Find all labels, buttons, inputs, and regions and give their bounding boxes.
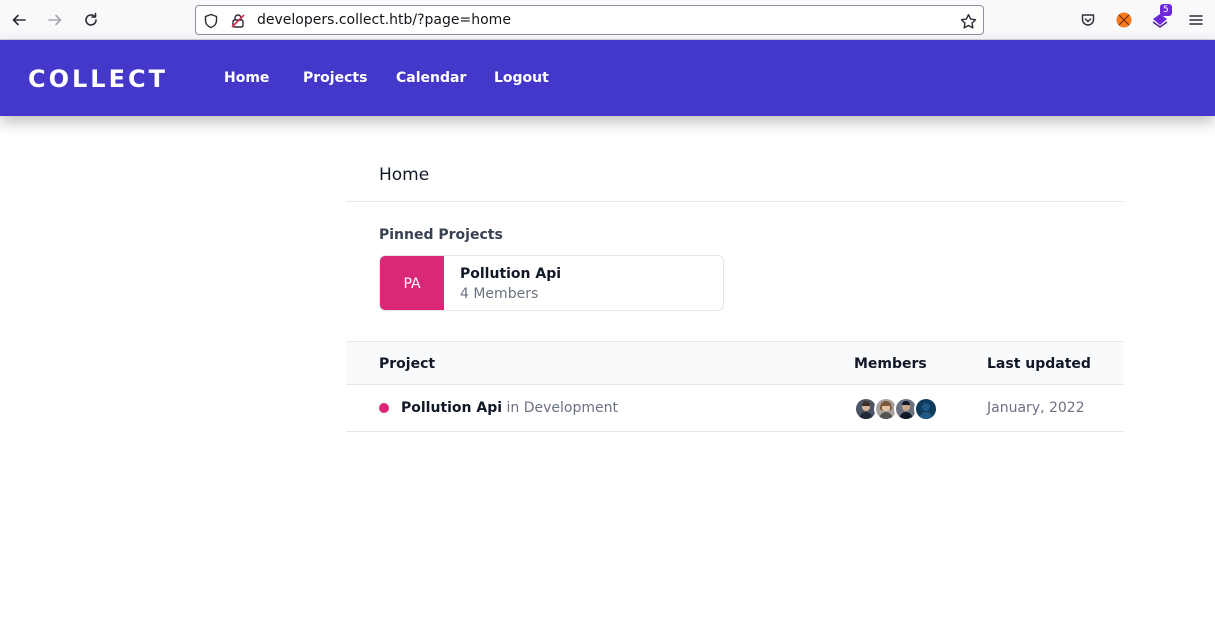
pinned-projects-heading: Pinned Projects xyxy=(379,227,503,243)
column-header-members: Members xyxy=(854,356,927,372)
title-divider xyxy=(346,201,1124,202)
reload-icon[interactable] xyxy=(80,9,102,31)
project-initials-badge: PA xyxy=(380,256,444,310)
project-status: in Development xyxy=(506,400,618,416)
menu-icon[interactable] xyxy=(1186,10,1206,30)
status-dot xyxy=(379,403,389,413)
brand-logo[interactable]: COLLECT xyxy=(28,65,168,93)
shield-icon[interactable] xyxy=(202,12,220,30)
bookmark-star-icon[interactable] xyxy=(959,12,977,30)
pinned-project-members: 4 Members xyxy=(460,286,539,302)
page-title: Home xyxy=(379,165,430,185)
project-name[interactable]: Pollution Api xyxy=(401,400,502,416)
nav-home[interactable]: Home xyxy=(224,70,269,86)
extension-puzzle-icon[interactable]: 5 xyxy=(1150,4,1172,30)
projects-table-header: Project Members Last updated xyxy=(346,341,1124,385)
extension-badge: 5 xyxy=(1160,4,1172,16)
forward-arrow-icon[interactable] xyxy=(44,9,66,31)
column-header-last-updated: Last updated xyxy=(987,356,1091,372)
project-cell[interactable]: Pollution Api in Development xyxy=(401,400,618,416)
nav-calendar[interactable]: Calendar xyxy=(396,70,466,86)
pinned-project-name[interactable]: Pollution Api xyxy=(460,266,561,282)
last-updated: January, 2022 xyxy=(987,400,1085,416)
browser-toolbar: developers.collect.htb/?page=home 5 xyxy=(0,0,1215,40)
nav-projects[interactable]: Projects xyxy=(303,70,367,86)
address-bar[interactable]: developers.collect.htb/?page=home xyxy=(195,5,984,35)
column-header-project: Project xyxy=(379,356,436,372)
extension-icon[interactable] xyxy=(1114,10,1134,30)
table-row[interactable]: Pollution Api in Development January, 20… xyxy=(346,385,1124,432)
back-arrow-icon[interactable] xyxy=(8,9,30,31)
url-text[interactable]: developers.collect.htb/?page=home xyxy=(257,12,511,28)
avatar[interactable] xyxy=(914,397,938,421)
nav-logout[interactable]: Logout xyxy=(494,70,549,86)
pinned-project-card[interactable]: PA Pollution Api 4 Members xyxy=(379,255,724,311)
pocket-icon[interactable] xyxy=(1078,10,1098,30)
app-header: COLLECT Home Projects Calendar Logout xyxy=(0,40,1215,116)
insecure-lock-icon[interactable] xyxy=(229,12,247,30)
